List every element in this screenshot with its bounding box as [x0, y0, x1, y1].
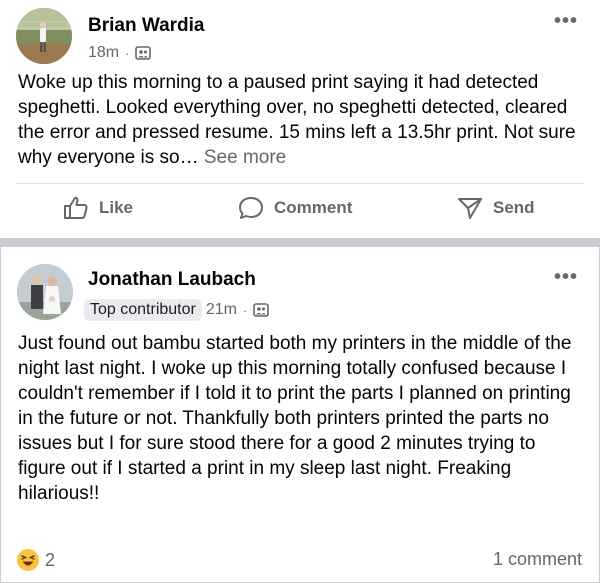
top-contributor-badge: Top contributor [84, 299, 202, 321]
avatar-jonathan[interactable] [17, 264, 73, 320]
group-audience-icon [253, 303, 270, 317]
laughing-emoji-icon [17, 549, 39, 571]
post-time[interactable]: 21m [206, 301, 237, 319]
comment-label: Comment [274, 198, 353, 217]
meta-separator: · [125, 45, 130, 61]
post-text: Just found out bambu started both my pri… [18, 333, 572, 504]
reaction-summary[interactable]: 2 [17, 549, 55, 571]
post-meta: 18m · [88, 44, 152, 62]
send-icon [458, 198, 482, 219]
comment-button[interactable]: Comment [238, 196, 352, 220]
divider [16, 183, 584, 184]
author-name[interactable]: Brian Wardia [88, 15, 205, 37]
more-options-icon[interactable]: ••• [554, 266, 578, 289]
like-button[interactable]: Like [63, 196, 133, 220]
thumbs-up-icon [64, 196, 88, 219]
post-meta: Top contributor 21m · [84, 299, 270, 321]
post-actions: Like Comment Send [0, 190, 600, 230]
avatar-brian[interactable] [16, 8, 72, 64]
send-button[interactable]: Send [457, 196, 535, 220]
reaction-count: 2 [45, 549, 56, 570]
post-separator [0, 238, 600, 247]
send-label: Send [493, 198, 535, 217]
meta-separator: · [242, 302, 248, 318]
post-time[interactable]: 18m [88, 44, 119, 62]
post-text: Woke up this morning to a paused print s… [18, 72, 576, 168]
more-options-icon[interactable]: ••• [554, 10, 578, 33]
group-audience-icon [135, 46, 152, 60]
like-label: Like [99, 198, 134, 217]
see-more-link[interactable]: See more [204, 147, 286, 168]
post-card-1: Brian Wardia 18m · ••• Woke up this morn… [0, 0, 600, 238]
comment-count-link[interactable]: 1 comment [493, 549, 582, 570]
post-body: Woke up this morning to a paused print s… [18, 70, 588, 170]
speech-bubble-icon [239, 197, 263, 219]
author-name[interactable]: Jonathan Laubach [88, 269, 256, 291]
